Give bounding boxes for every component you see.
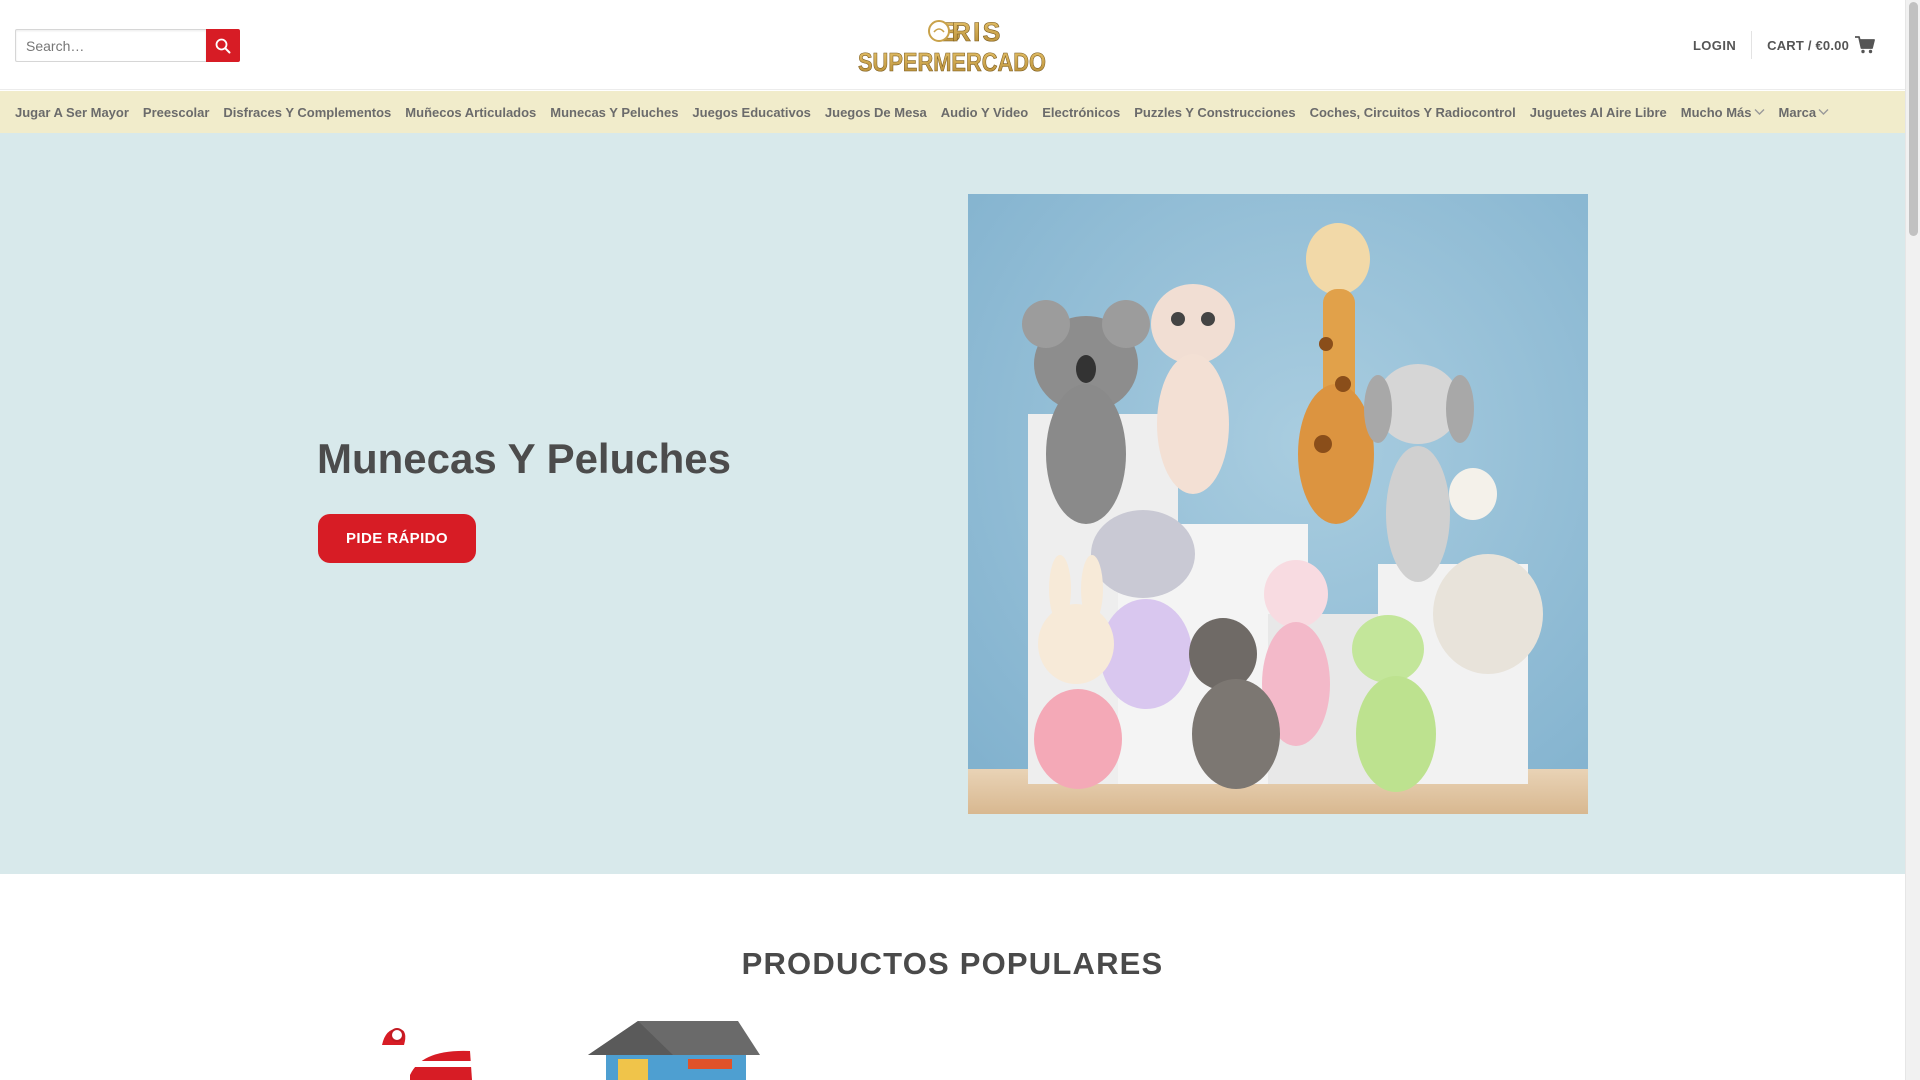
cart-icon [1855, 36, 1875, 54]
scrollbar-thumb[interactable] [1909, 2, 1918, 236]
cart-link[interactable]: CART / €0.00 [1752, 36, 1875, 54]
main-nav: Jugar A Ser Mayor Preescolar Disfraces Y… [0, 91, 1905, 133]
product-thumb-scooter[interactable] [352, 1015, 482, 1080]
popular-products-title: PRODUCTOS POPULARES [741, 946, 1164, 981]
nav-item-juegos-educativos[interactable]: Juegos Educativos [692, 105, 810, 120]
nav-item-electronicos[interactable]: Electrónicos [1042, 105, 1120, 120]
nav-item-aire-libre[interactable]: Juguetes Al Aire Libre [1530, 105, 1667, 120]
nav-item-jugar-a-ser-mayor[interactable]: Jugar A Ser Mayor [15, 105, 129, 120]
nav-item-mucho-mas-label: Mucho Más [1680, 104, 1752, 120]
header-account-nav: LOGIN CART / €0.00 [1693, 31, 1875, 59]
chevron-down-icon [1754, 109, 1765, 115]
pide-rapido-button[interactable]: PIDE RÁPIDO [318, 514, 476, 563]
search-icon [215, 38, 231, 53]
search-input[interactable] [15, 29, 206, 62]
nav-item-mucho-mas[interactable]: Mucho Más [1681, 105, 1765, 120]
nav-item-munecos-articulados[interactable]: Muñecos Articulados [405, 105, 536, 120]
product-thumb-playhouse[interactable] [578, 1015, 763, 1080]
svg-text:RIS: RIS [951, 17, 1002, 47]
nav-item-puzzles[interactable]: Puzzles Y Construcciones [1134, 105, 1295, 120]
search-button[interactable] [206, 29, 240, 62]
nav-item-audio-video[interactable]: Audio Y Video [941, 105, 1028, 120]
nav-item-disfraces[interactable]: Disfraces Y Complementos [223, 105, 391, 120]
cart-label: CART / €0.00 [1767, 37, 1849, 53]
chevron-down-icon [1818, 109, 1829, 115]
site-logo[interactable]: B RIS SUPERMERCADO [855, 14, 1050, 78]
nav-item-preescolar[interactable]: Preescolar [143, 105, 210, 120]
nav-item-marca-label: Marca [1778, 104, 1817, 120]
hero-plush-toys-image [968, 194, 1588, 814]
page-scrollbar[interactable] [1905, 0, 1920, 1080]
logo-image: B RIS SUPERMERCADO [858, 17, 1047, 78]
search-form [15, 29, 240, 62]
svg-text:SUPERMERCADO: SUPERMERCADO [858, 47, 1046, 76]
nav-item-juegos-de-mesa[interactable]: Juegos De Mesa [825, 105, 927, 120]
hero-banner: Munecas Y Peluches PIDE RÁPIDO [0, 133, 1905, 874]
nav-item-marca[interactable]: Marca [1779, 105, 1830, 120]
site-header: B RIS SUPERMERCADO LOGIN CART / €0.00 [0, 0, 1905, 90]
nav-item-munecas-peluches[interactable]: Munecas Y Peluches [550, 105, 678, 120]
nav-item-coches[interactable]: Coches, Circuitos Y Radiocontrol [1310, 105, 1516, 120]
login-link[interactable]: LOGIN [1693, 31, 1753, 59]
hero-title: Munecas Y Peluches [317, 435, 731, 482]
